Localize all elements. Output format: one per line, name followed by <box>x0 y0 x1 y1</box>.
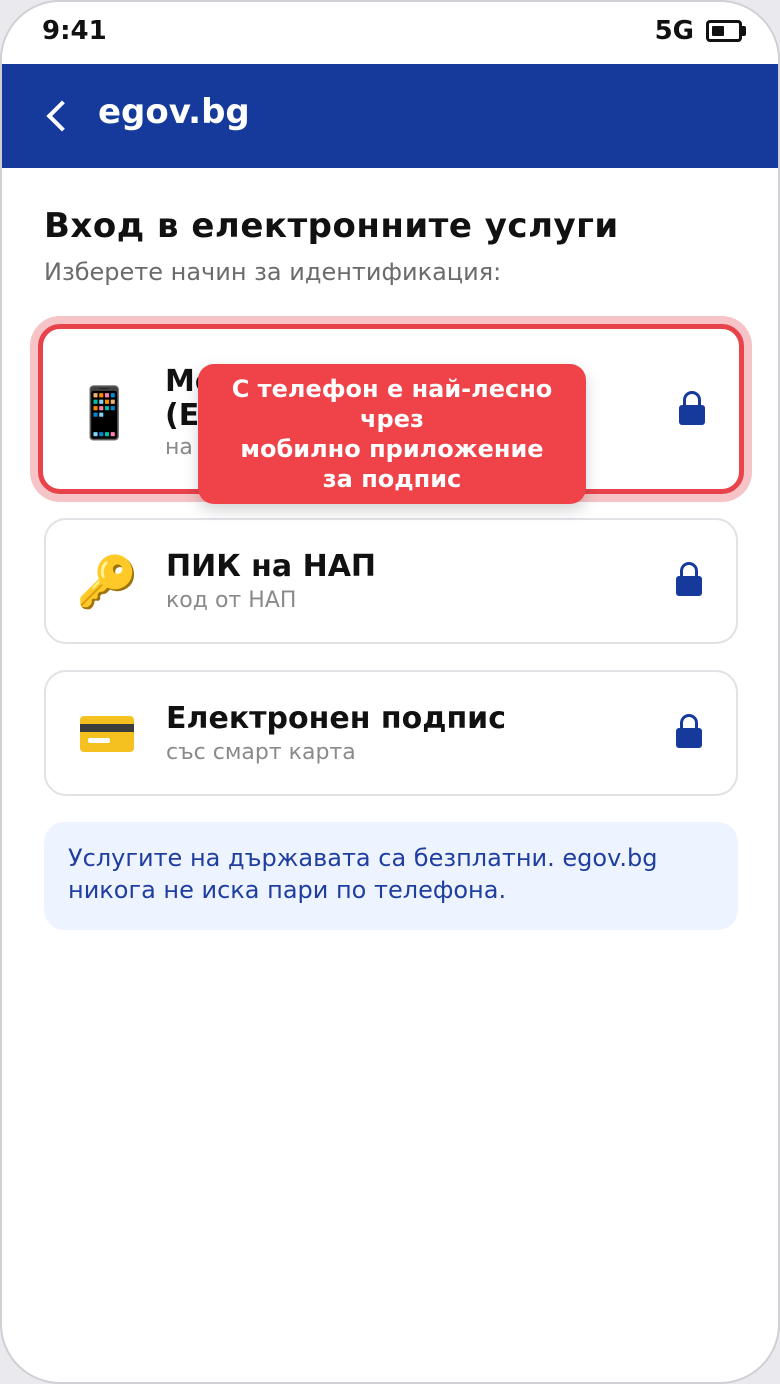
key-icon: 🔑 <box>76 553 139 611</box>
option-subtitle: със смарт карта <box>166 740 356 765</box>
tooltip-line: мобилно приложение <box>240 435 544 463</box>
option-e-signature[interactable]: Електронен подпис със смарт карта <box>44 670 738 796</box>
status-time: 9:41 <box>42 16 107 46</box>
credit-card-icon <box>80 716 134 752</box>
hint-tooltip: С телефон е най-лесно чрез мобилно прило… <box>198 364 586 504</box>
option-subtitle: на <box>165 435 193 460</box>
option-subtitle: код от НАП <box>166 588 297 613</box>
battery-level <box>712 26 724 36</box>
lock-icon <box>676 562 702 596</box>
info-text: Услугите на държавата са безплатни. egov… <box>68 844 658 904</box>
back-button[interactable] <box>30 88 86 144</box>
option-title: Електронен подпис <box>166 701 506 736</box>
network-indicator: 5G <box>654 16 694 46</box>
option-title: ПИК на НАП <box>166 549 377 584</box>
status-bar: 9:41 5G <box>2 2 778 64</box>
lock-icon <box>676 714 702 748</box>
tooltip-line: за подпис <box>322 465 462 493</box>
battery-icon <box>706 20 746 42</box>
mobile-phone-icon: 📱 <box>73 384 136 442</box>
page-subtitle: Изберете начин за идентификация: <box>44 258 502 286</box>
lock-icon <box>679 391 705 425</box>
option-pik-nap[interactable]: 🔑 ПИК на НАП код от НАП <box>44 518 738 644</box>
page-title: Вход в електронните услуги <box>44 206 619 246</box>
tooltip-line: С телефон е най-лесно <box>231 375 553 403</box>
phone-frame: 9:41 5G egov.bg Вход в електронните услу… <box>0 0 780 1384</box>
info-notice: Услугите на държавата са безплатни. egov… <box>44 822 738 930</box>
status-indicators: 5G <box>654 16 746 46</box>
tooltip-line: чрез <box>360 405 424 433</box>
chevron-left-icon <box>46 100 78 132</box>
header-title: egov.bg <box>98 92 250 132</box>
app-header: egov.bg <box>2 64 778 168</box>
